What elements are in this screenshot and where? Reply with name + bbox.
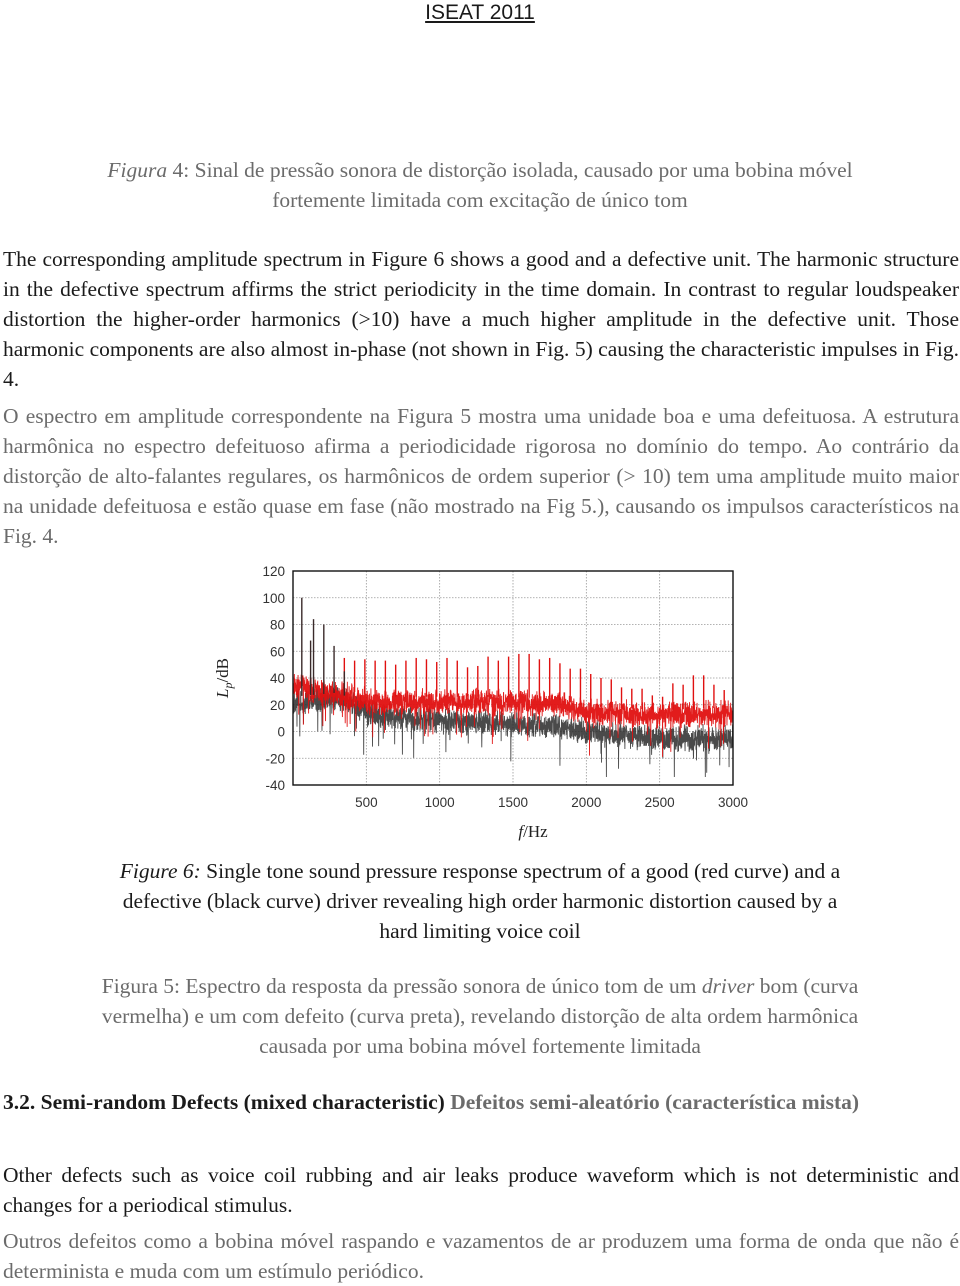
caption-text: Single tone sound pressure response spec… <box>200 859 841 883</box>
caption-text: Figura 5: Espectro da resposta da pressã… <box>101 974 702 998</box>
caption-text: causada por uma bobina móvel fortemente … <box>259 1034 701 1058</box>
y-tick-label: 100 <box>262 591 285 606</box>
y-tick-label: -40 <box>265 778 285 793</box>
x-tick-label: 500 <box>355 795 378 810</box>
y-tick-label: 60 <box>270 644 285 659</box>
x-tick-label: 3000 <box>718 795 748 810</box>
y-tick-labels: 120 100 80 60 40 20 0 -20 -40 <box>262 564 285 793</box>
caption-text: hard limiting voice coil <box>379 919 581 943</box>
y-tick-label: -20 <box>265 751 285 766</box>
paragraph-en-2: Other defects such as voice coil rubbing… <box>3 1163 959 1217</box>
y-tick-label: 40 <box>270 671 285 686</box>
conference-title: ISEAT 2011 <box>425 1 535 24</box>
caption-text: 4: Sinal de pressão sonora de distorção … <box>167 158 853 182</box>
x-axis-label: f/Hz <box>518 822 548 841</box>
figure-5-caption-pt: Figura 5: Espectro da resposta da pressã… <box>0 971 960 1061</box>
grid-lines <box>293 571 733 785</box>
caption-text: fortemente limitada com excitação de úni… <box>272 188 688 212</box>
caption-text: defective (black curve) driver revealing… <box>122 889 838 913</box>
x-tick-label: 2500 <box>645 795 675 810</box>
harmonic-peaks-black <box>301 597 346 696</box>
section-heading: 3.2. Semi-random Defects (mixed characte… <box>3 1087 959 1117</box>
caption-label: Figura <box>107 158 168 182</box>
caption-italic: driver <box>701 974 755 998</box>
paragraph-pt-1: O espectro em amplitude correspondente n… <box>3 404 959 548</box>
y-tick-label: 80 <box>270 618 285 633</box>
section-heading-en: 3.2. Semi-random Defects (mixed characte… <box>3 1090 445 1114</box>
figure-6-caption-en: Figure 6: Single tone sound pressure res… <box>0 856 960 946</box>
y-tick-label: 120 <box>262 564 285 579</box>
section-heading-pt: Defeitos semi-aleatório (característica … <box>444 1090 860 1114</box>
x-tick-labels: 500 1000 1500 2000 2500 3000 <box>355 795 748 810</box>
y-axis-label: Lp/dB <box>213 658 235 699</box>
figure-4-caption-pt: Figura 4: Sinal de pressão sonora de dis… <box>0 155 960 215</box>
x-tick-label: 2000 <box>571 795 601 810</box>
running-header: ISEAT 2011 <box>0 0 960 26</box>
caption-text: bom (curva <box>754 974 859 998</box>
spectrum-chart-svg: 120 100 80 60 40 20 0 -20 -40 500 1000 1500 2000 250… <box>213 564 748 841</box>
caption-label: Figure 6: <box>119 859 201 883</box>
y-tick-label: 0 <box>277 725 285 740</box>
y-tick-label: 20 <box>270 698 285 713</box>
x-tick-label: 1000 <box>425 795 455 810</box>
caption-text: vermelha) e um com defeito (curva preta)… <box>101 1004 859 1028</box>
spectrum-chart: 120 100 80 60 40 20 0 -20 -40 500 1000 1500 2000 250… <box>200 556 760 846</box>
paragraph-en-1: The corresponding amplitude spectrum in … <box>3 247 959 391</box>
x-tick-label: 1500 <box>498 795 528 810</box>
paragraph-pt-2: Outros defeitos como a bobina móvel rasp… <box>3 1229 959 1283</box>
